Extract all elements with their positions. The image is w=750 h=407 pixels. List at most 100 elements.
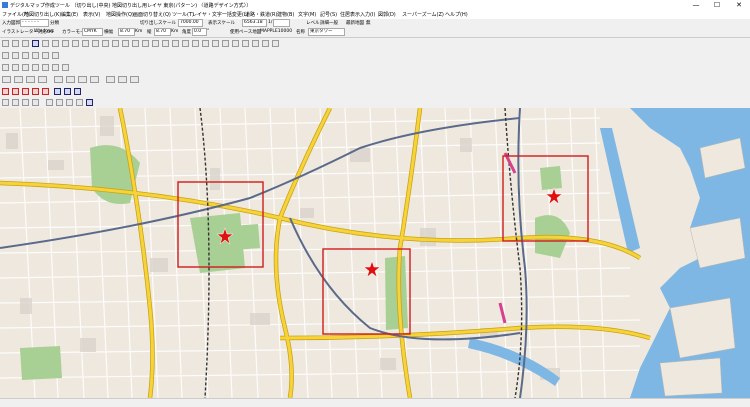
- join-tool-icon[interactable]: [132, 40, 139, 47]
- zoom-tool-icon[interactable]: [32, 40, 39, 47]
- ruler-icon[interactable]: [46, 99, 53, 106]
- move-tool-icon[interactable]: [12, 40, 19, 47]
- back-tool-icon[interactable]: [252, 40, 259, 47]
- export-3-icon[interactable]: [74, 88, 81, 95]
- maximize-button[interactable]: ☐: [708, 0, 726, 10]
- circle-tool-icon[interactable]: [82, 40, 89, 47]
- close-button[interactable]: ✕: [730, 0, 748, 10]
- paste-tool-icon[interactable]: [202, 40, 209, 47]
- show-tool-icon[interactable]: [52, 52, 59, 59]
- width-field[interactable]: 8.70: [118, 28, 135, 36]
- menu-frame[interactable]: 図郭(D): [378, 11, 396, 18]
- rotate-tool-icon[interactable]: [142, 40, 149, 47]
- preview-icon[interactable]: [12, 99, 19, 106]
- hide-tool-icon[interactable]: [42, 52, 49, 59]
- delete-tool-icon[interactable]: [212, 40, 219, 47]
- fill-style-icon[interactable]: [118, 76, 127, 83]
- menu-edit[interactable]: 編集(E): [61, 11, 78, 18]
- menu-symbol[interactable]: 記号(S): [320, 11, 337, 18]
- line-tool-icon[interactable]: [52, 40, 59, 47]
- menu-tools[interactable]: ツール(T): [172, 11, 194, 18]
- distribute-h-icon[interactable]: [54, 76, 63, 83]
- river-tool-icon[interactable]: [22, 64, 29, 71]
- open-icon[interactable]: [32, 99, 39, 106]
- redo-icon[interactable]: [272, 40, 279, 47]
- park-tool-icon[interactable]: [42, 64, 49, 71]
- pen-tool-icon[interactable]: [42, 40, 49, 47]
- cut-tool-icon[interactable]: [122, 40, 129, 47]
- minimize-button[interactable]: —: [687, 0, 705, 10]
- cutout-5-icon[interactable]: [42, 88, 49, 95]
- menu-screen-switch[interactable]: 画面切り替え(Q): [133, 11, 171, 18]
- menu-map-operation[interactable]: 地図操作(Q): [106, 11, 134, 18]
- front-tool-icon[interactable]: [242, 40, 249, 47]
- border-tool-icon[interactable]: [62, 64, 69, 71]
- curve-tool-icon[interactable]: [102, 40, 109, 47]
- frame-tool-icon[interactable]: [12, 52, 19, 59]
- name-field[interactable]: 東京タワー: [308, 28, 345, 36]
- align-top-icon[interactable]: [38, 76, 47, 83]
- scale-ratio-field[interactable]: [273, 19, 290, 27]
- polyline-tool-icon[interactable]: [62, 40, 69, 47]
- grid-tool-icon[interactable]: [22, 52, 29, 59]
- menu-map-cutout[interactable]: 地図切り出し(K): [24, 11, 61, 18]
- display-scale-field[interactable]: 6563.18: [242, 19, 267, 27]
- menu-text[interactable]: 文字(M): [298, 11, 316, 18]
- scalebar-icon[interactable]: [76, 99, 83, 106]
- color-mode-select[interactable]: CMYK: [82, 28, 103, 36]
- align-center-icon[interactable]: [14, 76, 23, 83]
- cutout-scale-field[interactable]: 7000.00: [178, 19, 203, 27]
- input-frame-field[interactable]: - - - - - -: [20, 19, 49, 27]
- export-1-icon[interactable]: [54, 88, 61, 95]
- group-tool-icon[interactable]: [222, 40, 229, 47]
- app-icon: [2, 2, 8, 8]
- cutout-3-icon[interactable]: [22, 88, 29, 95]
- menu-view[interactable]: 表示(V): [83, 11, 100, 18]
- print-icon[interactable]: [2, 99, 9, 106]
- polygon-tool-icon[interactable]: [92, 40, 99, 47]
- settings-icon[interactable]: [86, 99, 93, 106]
- lock-tool-icon[interactable]: [32, 52, 39, 59]
- node-tool-icon[interactable]: [112, 40, 119, 47]
- undo-icon[interactable]: [262, 40, 269, 47]
- menu-road-rail[interactable]: 道路・鉄道(R): [245, 11, 277, 18]
- same-height-icon[interactable]: [90, 76, 99, 83]
- measure-tool-icon[interactable]: [182, 40, 189, 47]
- cutout-2-icon[interactable]: [12, 88, 19, 95]
- color-picker-icon[interactable]: [130, 76, 139, 83]
- division-label: 分類: [50, 21, 59, 26]
- road-tool-icon[interactable]: [2, 64, 9, 71]
- menu-super-zoom[interactable]: スーパーズーム(Z): [402, 11, 444, 18]
- angle-field[interactable]: 0.0: [192, 28, 207, 36]
- text-tool-icon[interactable]: [162, 40, 169, 47]
- height-field[interactable]: 8.70: [154, 28, 171, 36]
- cutout-4-icon[interactable]: [32, 88, 39, 95]
- select-tool-icon[interactable]: [2, 40, 9, 47]
- mirror-tool-icon[interactable]: [152, 40, 159, 47]
- same-width-icon[interactable]: [78, 76, 87, 83]
- menu-building[interactable]: 建物(B): [277, 11, 294, 18]
- export-2-icon[interactable]: [64, 88, 71, 95]
- align-right-icon[interactable]: [26, 76, 35, 83]
- compass-icon[interactable]: [56, 99, 63, 106]
- rect-tool-icon[interactable]: [22, 40, 29, 47]
- line-style-icon[interactable]: [106, 76, 115, 83]
- layer-tool-icon[interactable]: [2, 52, 9, 59]
- map-canvas[interactable]: [0, 108, 750, 398]
- copy-tool-icon[interactable]: [192, 40, 199, 47]
- label-tool-icon[interactable]: [52, 64, 59, 71]
- arc-tool-icon[interactable]: [72, 40, 79, 47]
- ungroup-tool-icon[interactable]: [232, 40, 239, 47]
- menu-layer-text[interactable]: レイヤ・文字一括変更(L): [192, 11, 249, 18]
- align-left-icon[interactable]: [2, 76, 11, 83]
- menu-address-input[interactable]: 住居表示入力(I): [340, 11, 375, 18]
- rail-tool-icon[interactable]: [12, 64, 19, 71]
- menu-help[interactable]: ヘルプ(H): [445, 11, 468, 18]
- symbol-tool-icon[interactable]: [172, 40, 179, 47]
- legend-icon[interactable]: [66, 99, 73, 106]
- building-tool-icon[interactable]: [32, 64, 39, 71]
- cutout-scale-label: 切り出しスケール: [140, 21, 176, 26]
- distribute-v-icon[interactable]: [66, 76, 75, 83]
- save-icon[interactable]: [22, 99, 29, 106]
- cutout-1-icon[interactable]: [2, 88, 9, 95]
